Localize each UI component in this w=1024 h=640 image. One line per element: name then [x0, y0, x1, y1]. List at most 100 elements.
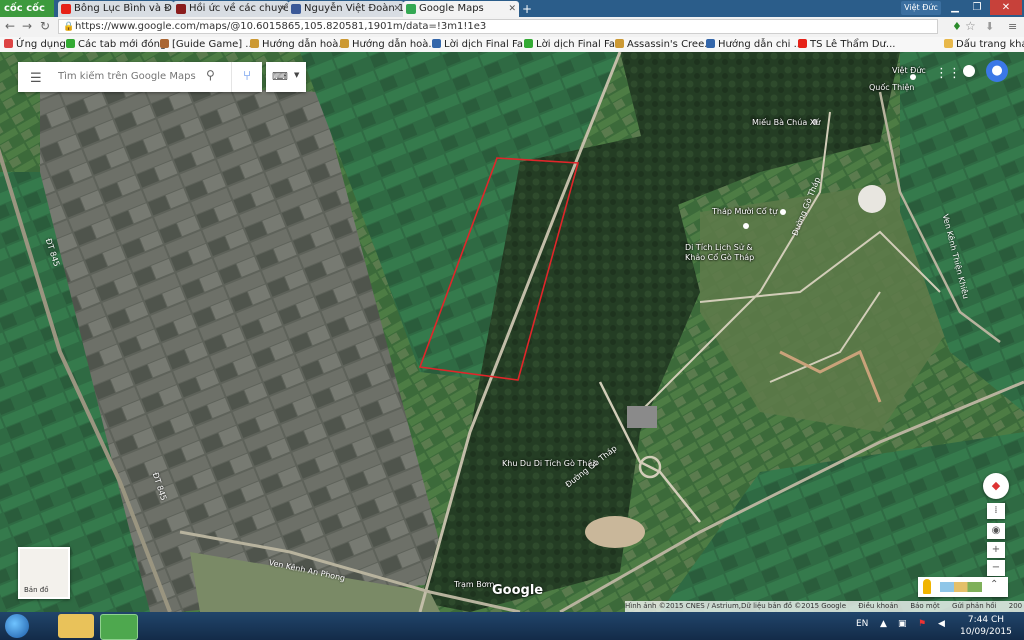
- close-window-icon[interactable]: ✕: [990, 0, 1022, 15]
- forward-icon[interactable]: →: [22, 19, 32, 33]
- volume-icon[interactable]: ◀: [938, 619, 945, 629]
- map-footer: Hình ảnh ©2015 CNES / Astrium,Dữ liệu bả…: [625, 601, 1024, 612]
- start-button[interactable]: [5, 614, 29, 638]
- search-icon[interactable]: ⚲: [206, 68, 215, 82]
- menu-icon[interactable]: ≡: [1008, 20, 1017, 33]
- map-view-toggle[interactable]: Bản đồ: [18, 547, 70, 599]
- place-label-thap-muoi-co-tu[interactable]: Tháp Mười Cổ tự: [712, 207, 777, 216]
- tab-label: Bông Lục Bình và Đ: [74, 3, 172, 14]
- site-icon: [706, 39, 715, 48]
- feedback-link[interactable]: Gửi phản hồi: [952, 602, 997, 610]
- youtube-icon: [61, 4, 71, 14]
- place-label-di-tich-lich-su[interactable]: Di Tích Lịch Sử &: [685, 243, 753, 252]
- download-icon[interactable]: ⬇: [985, 20, 994, 33]
- report-link[interactable]: Báo một: [910, 602, 939, 610]
- file-explorer-icon[interactable]: [58, 614, 94, 638]
- windows-taskbar: EN ▲ ▣ ⚑ ◀ 7:44 CH 10/09/2015: [0, 612, 1024, 640]
- place-label-quoc-thien[interactable]: Quốc Thiện: [869, 83, 914, 92]
- bookmarks-bar: Ứng dụng Các tab mới đóng [Guide Game] .…: [0, 37, 1024, 53]
- bookmark-label: Dấu trang khác: [956, 39, 1024, 50]
- place-label-viet-duc[interactable]: Việt Đức: [892, 66, 926, 75]
- notifications-icon[interactable]: [963, 65, 975, 77]
- folder-icon: [944, 39, 953, 48]
- imagery-thumbnails[interactable]: [940, 582, 982, 592]
- account-avatar[interactable]: ●: [986, 60, 1008, 82]
- close-icon[interactable]: ✕: [163, 1, 171, 17]
- tab-hoi-uc[interactable]: Hồi ức về các chuyến ✕: [173, 1, 289, 17]
- satellite-map[interactable]: Việt Đức Quốc Thiện Miếu Bà Chúa Xứ Tháp…: [0, 52, 1024, 612]
- terms-link[interactable]: Điều khoản: [858, 602, 898, 610]
- bookmark-label: Ứng dụng: [16, 39, 66, 50]
- network-icon[interactable]: ▣: [898, 619, 907, 629]
- minimize-icon[interactable]: ▁: [944, 0, 966, 15]
- satellite-imagery: [0, 52, 1024, 612]
- street-view-bar: ⌃: [918, 577, 1008, 597]
- reload-icon[interactable]: ↻: [40, 19, 50, 33]
- profile-button[interactable]: Việt Đức: [901, 1, 941, 15]
- bookmark-apps[interactable]: Ứng dụng: [4, 38, 66, 51]
- clock-date: 10/09/2015: [960, 627, 1012, 637]
- input-tools-button[interactable]: ⌨ ▼: [266, 62, 306, 92]
- chevron-down-icon: ▼: [294, 71, 300, 79]
- apps-grid-icon[interactable]: ⋮⋮: [935, 66, 961, 81]
- coccoc-browser-icon[interactable]: [100, 614, 138, 640]
- zoom-out-button[interactable]: −: [987, 560, 1005, 576]
- scale-bar[interactable]: 200 mét: [1009, 602, 1024, 610]
- tab-label: Nguyễn Việt Đoàn 1: [304, 3, 404, 14]
- place-label-khao-co-go-thap[interactable]: Khảo Cổ Gò Tháp: [685, 253, 754, 262]
- tab-label: Hồi ức về các chuyến: [189, 3, 289, 14]
- bookmark-loi-dich-1[interactable]: Lời dịch Final Fa...: [432, 38, 533, 51]
- bookmark-guide-game[interactable]: [Guide Game] ...: [160, 38, 255, 51]
- compass-icon[interactable]: ◆: [983, 473, 1009, 499]
- address-bar: ← → ↻ 🔒 https://www.google.com/maps/@10.…: [0, 17, 1024, 38]
- tab-bong-luc-binh[interactable]: Bông Lục Bình và Đ ✕: [58, 1, 174, 17]
- tab-nguyen-viet-doan[interactable]: Nguyễn Việt Đoàn 1 ✕: [288, 1, 404, 17]
- url-field[interactable]: 🔒 https://www.google.com/maps/@10.601586…: [58, 19, 938, 34]
- bookmark-star-icon[interactable]: ☆: [965, 19, 976, 33]
- bookmark-ts-le-tham-duong[interactable]: TS Lê Thẩm Dư...: [798, 38, 895, 51]
- menu-hamburger-icon[interactable]: ☰: [30, 71, 42, 86]
- close-icon[interactable]: ✕: [393, 1, 401, 17]
- bookmark-label: Assassin's Cree...: [627, 39, 714, 50]
- place-label-tram-bom[interactable]: Trạm Bơm: [454, 580, 494, 589]
- bookmark-huong-dan-chi[interactable]: Hướng dẫn chi ...: [706, 38, 803, 51]
- tilt-icon[interactable]: ⁞: [987, 503, 1005, 519]
- tab-google-maps[interactable]: Google Maps ✕: [403, 1, 519, 17]
- google-logo: Google: [492, 583, 544, 598]
- pegman-icon[interactable]: [923, 579, 931, 594]
- bookmark-other[interactable]: Dấu trang khác: [944, 38, 1024, 51]
- chevron-up-icon[interactable]: ⌃: [990, 579, 998, 590]
- bookmark-assassins-creed[interactable]: Assassin's Cree...: [615, 38, 714, 51]
- bookmark-label: Hướng dẫn hoà...: [352, 39, 438, 50]
- youtube-icon: [798, 39, 807, 48]
- close-icon[interactable]: ✕: [508, 1, 516, 17]
- security-icon[interactable]: ⚑: [918, 619, 926, 629]
- site-icon: [250, 39, 259, 48]
- url-text: https://www.google.com/maps/@10.6015865,…: [75, 21, 487, 32]
- tray-up-icon[interactable]: ▲: [880, 619, 887, 629]
- browser-brand-logo[interactable]: cốc cốc: [0, 0, 54, 17]
- place-label-mieu-ba-chua-xu[interactable]: Miếu Bà Chúa Xứ: [752, 118, 820, 127]
- zoom-in-button[interactable]: +: [987, 542, 1005, 558]
- bookmark-huong-dan-1[interactable]: Hướng dẫn hoà...: [250, 38, 348, 51]
- maximize-icon[interactable]: ❐: [966, 0, 988, 15]
- bookmark-label: Các tab mới đóng: [78, 39, 167, 50]
- site-icon: [615, 39, 624, 48]
- back-icon[interactable]: ←: [5, 19, 15, 33]
- site-icon: [160, 39, 169, 48]
- close-icon[interactable]: ✕: [278, 1, 286, 17]
- system-clock[interactable]: 7:44 CH 10/09/2015: [960, 614, 1012, 638]
- attribution-text: Hình ảnh ©2015 CNES / Astrium,Dữ liệu bả…: [625, 602, 846, 610]
- bookmark-label: Lời dịch Final Fa...: [536, 39, 625, 50]
- search-input[interactable]: [56, 70, 200, 83]
- bookmark-loi-dich-2[interactable]: Lời dịch Final Fa...: [524, 38, 625, 51]
- bookmark-huong-dan-2[interactable]: Hướng dẫn hoà...: [340, 38, 438, 51]
- lock-icon: 🔒: [63, 22, 75, 32]
- language-indicator[interactable]: EN: [856, 619, 868, 629]
- new-tab-button[interactable]: +: [522, 2, 532, 16]
- bookmark-recent-tabs[interactable]: Các tab mới đóng: [66, 38, 166, 51]
- flickr-icon: [291, 4, 301, 14]
- my-location-icon[interactable]: ◉: [987, 523, 1005, 539]
- extension-icon[interactable]: ♦: [952, 20, 962, 33]
- directions-icon[interactable]: ⑂: [231, 62, 262, 92]
